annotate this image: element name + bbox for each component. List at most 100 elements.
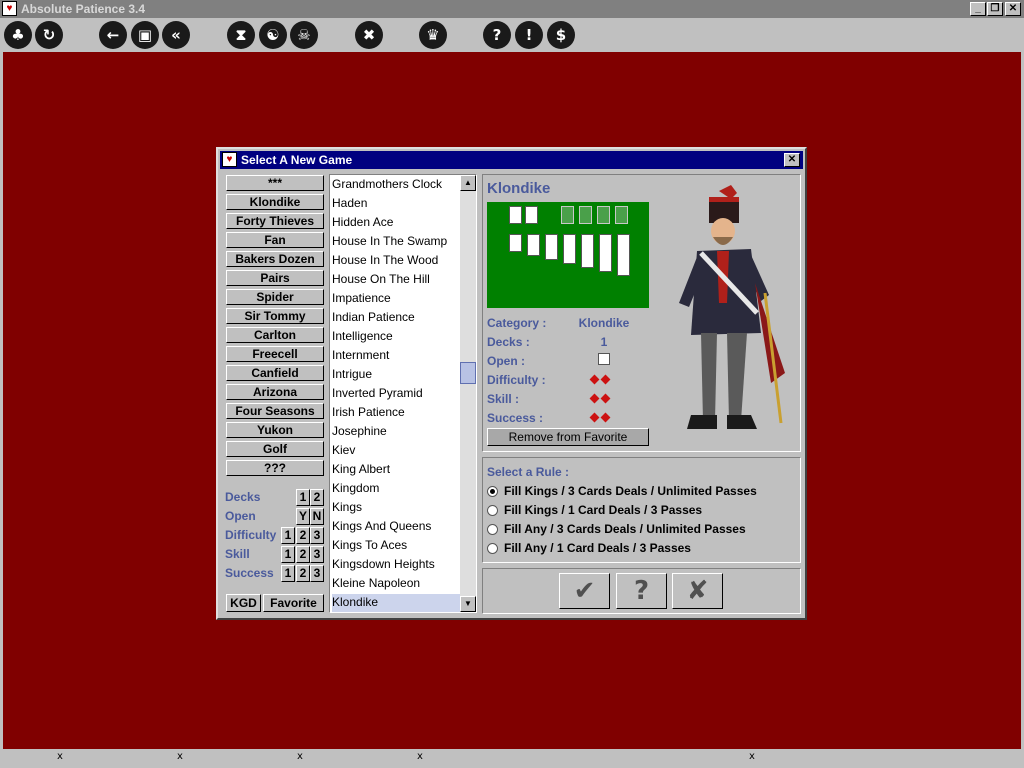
game-button-golf[interactable]: Golf bbox=[226, 441, 324, 457]
tools-icon[interactable]: ✖ bbox=[355, 21, 383, 49]
minimize-button[interactable]: _ bbox=[970, 2, 986, 16]
close-app-button[interactable]: ✕ bbox=[1005, 2, 1021, 16]
game-button-carlton[interactable]: Carlton bbox=[226, 327, 324, 343]
hint-icon[interactable]: ! bbox=[515, 21, 543, 49]
list-item[interactable]: Kings And Queens bbox=[332, 518, 460, 537]
rule-label-3[interactable]: Fill Any / 3 Cards Deals / Unlimited Pas… bbox=[504, 522, 746, 536]
camera-icon[interactable]: ▣ bbox=[131, 21, 159, 49]
dialog-close-button[interactable]: ✕ bbox=[784, 153, 800, 167]
game-button-unknown[interactable]: ??? bbox=[226, 460, 324, 476]
filter-skill-2[interactable]: 2 bbox=[296, 546, 310, 563]
list-item[interactable]: Irish Patience bbox=[332, 404, 460, 423]
filter-skill-3[interactable]: 3 bbox=[310, 546, 324, 563]
game-button-canfield[interactable]: Canfield bbox=[226, 365, 324, 381]
list-item[interactable]: Kingdom bbox=[332, 480, 460, 499]
scroll-thumb[interactable] bbox=[460, 362, 476, 384]
game-button-any[interactable]: *** bbox=[226, 175, 324, 191]
restore-button[interactable]: ❐ bbox=[987, 2, 1003, 16]
list-item[interactable]: Indian Patience bbox=[332, 309, 460, 328]
filter-difficulty-3[interactable]: 3 bbox=[310, 527, 324, 544]
ok-button[interactable]: ✔ bbox=[559, 573, 610, 609]
rule-radio-3[interactable] bbox=[487, 524, 498, 535]
club-icon[interactable]: ♣ bbox=[4, 21, 32, 49]
rule-radio-4[interactable] bbox=[487, 543, 498, 554]
filter-open-no[interactable]: N bbox=[310, 508, 324, 525]
hourglass-icon[interactable]: ⧗ bbox=[227, 21, 255, 49]
difficulty-diamond-icon bbox=[600, 374, 611, 385]
list-item[interactable]: Hidden Ace bbox=[332, 214, 460, 233]
preview-foundation bbox=[579, 206, 592, 224]
success-label: Success : bbox=[487, 411, 544, 425]
filter-success-1[interactable]: 1 bbox=[281, 565, 295, 582]
list-item[interactable]: Kings bbox=[332, 499, 460, 518]
preview-card bbox=[545, 234, 558, 260]
help-button[interactable]: ? bbox=[616, 573, 667, 609]
category-label: Category : bbox=[487, 316, 547, 330]
cross-icon: ✘ bbox=[686, 576, 709, 606]
checkmark-icon: ✔ bbox=[573, 576, 596, 606]
list-item[interactable]: King Albert bbox=[332, 461, 460, 480]
back-icon[interactable]: ← bbox=[99, 21, 127, 49]
game-button-forty-thieves[interactable]: Forty Thieves bbox=[226, 213, 324, 229]
list-item[interactable]: Intelligence bbox=[332, 328, 460, 347]
preview-card bbox=[509, 234, 522, 252]
favorite-button[interactable]: Favorite bbox=[263, 594, 324, 612]
list-scrollbar[interactable]: ▲ ▼ bbox=[460, 175, 476, 612]
list-item[interactable]: Kiev bbox=[332, 442, 460, 461]
yin-yang-icon[interactable]: ☯ bbox=[259, 21, 287, 49]
list-item[interactable]: House In The Swamp bbox=[332, 233, 460, 252]
rule-radio-1[interactable] bbox=[487, 486, 498, 497]
cancel-button[interactable]: ✘ bbox=[672, 573, 723, 609]
list-item[interactable]: Kleine Napoleon bbox=[332, 575, 460, 594]
filter-success-2[interactable]: 2 bbox=[296, 565, 310, 582]
game-button-four-seasons[interactable]: Four Seasons bbox=[226, 403, 324, 419]
filter-label-skill: Skill bbox=[225, 547, 250, 561]
list-item[interactable]: Kingsdown Heights bbox=[332, 556, 460, 575]
trophy-icon[interactable]: ♛ bbox=[419, 21, 447, 49]
help-icon[interactable]: ? bbox=[483, 21, 511, 49]
scroll-down-icon[interactable]: ▼ bbox=[460, 596, 476, 612]
dollar-icon[interactable]: $ bbox=[547, 21, 575, 49]
game-button-bakers-dozen[interactable]: Bakers Dozen bbox=[226, 251, 324, 267]
filter-decks-1[interactable]: 1 bbox=[296, 489, 310, 506]
rule-label-1[interactable]: Fill Kings / 3 Cards Deals / Unlimited P… bbox=[504, 484, 757, 498]
rule-radio-2[interactable] bbox=[487, 505, 498, 516]
list-item[interactable]: Haden bbox=[332, 195, 460, 214]
filter-decks-2[interactable]: 2 bbox=[310, 489, 324, 506]
remove-favorite-button[interactable]: Remove from Favorite bbox=[487, 428, 649, 446]
game-button-yukon[interactable]: Yukon bbox=[226, 422, 324, 438]
rule-label-2[interactable]: Fill Kings / 1 Card Deals / 3 Passes bbox=[504, 503, 702, 517]
kgd-button[interactable]: KGD bbox=[226, 594, 261, 612]
game-button-klondike[interactable]: Klondike bbox=[226, 194, 324, 210]
game-button-arizona[interactable]: Arizona bbox=[226, 384, 324, 400]
filter-difficulty-2[interactable]: 2 bbox=[296, 527, 310, 544]
list-item[interactable]: House On The Hill bbox=[332, 271, 460, 290]
list-item[interactable]: House In The Wood bbox=[332, 252, 460, 271]
game-button-pairs[interactable]: Pairs bbox=[226, 270, 324, 286]
scroll-up-icon[interactable]: ▲ bbox=[460, 175, 476, 191]
game-button-fan[interactable]: Fan bbox=[226, 232, 324, 248]
game-button-spider[interactable]: Spider bbox=[226, 289, 324, 305]
game-title: Klondike bbox=[487, 180, 551, 197]
filter-skill-1[interactable]: 1 bbox=[281, 546, 295, 563]
game-list[interactable]: Grandmothers Clock Haden Hidden Ace Hous… bbox=[329, 174, 477, 613]
preview-foundation bbox=[615, 206, 628, 224]
game-button-freecell[interactable]: Freecell bbox=[226, 346, 324, 362]
list-item[interactable]: Impatience bbox=[332, 290, 460, 309]
filter-open-yes[interactable]: Y bbox=[296, 508, 310, 525]
list-item[interactable]: Internment bbox=[332, 347, 460, 366]
game-button-sir-tommy[interactable]: Sir Tommy bbox=[226, 308, 324, 324]
select-game-dialog: ♥ Select A New Game ✕ *** Klondike Forty… bbox=[216, 147, 807, 620]
list-item[interactable]: Grandmothers Clock bbox=[332, 176, 460, 195]
filter-success-3[interactable]: 3 bbox=[310, 565, 324, 582]
list-item[interactable]: Inverted Pyramid bbox=[332, 385, 460, 404]
list-item[interactable]: Josephine bbox=[332, 423, 460, 442]
restart-icon[interactable]: ↻ bbox=[35, 21, 63, 49]
list-item-selected[interactable]: Klondike bbox=[332, 594, 460, 612]
rewind-icon[interactable]: « bbox=[162, 21, 190, 49]
rule-label-4[interactable]: Fill Any / 1 Card Deals / 3 Passes bbox=[504, 541, 691, 555]
list-item[interactable]: Kings To Aces bbox=[332, 537, 460, 556]
filter-difficulty-1[interactable]: 1 bbox=[281, 527, 295, 544]
list-item[interactable]: Intrigue bbox=[332, 366, 460, 385]
skull-icon[interactable]: ☠ bbox=[290, 21, 318, 49]
